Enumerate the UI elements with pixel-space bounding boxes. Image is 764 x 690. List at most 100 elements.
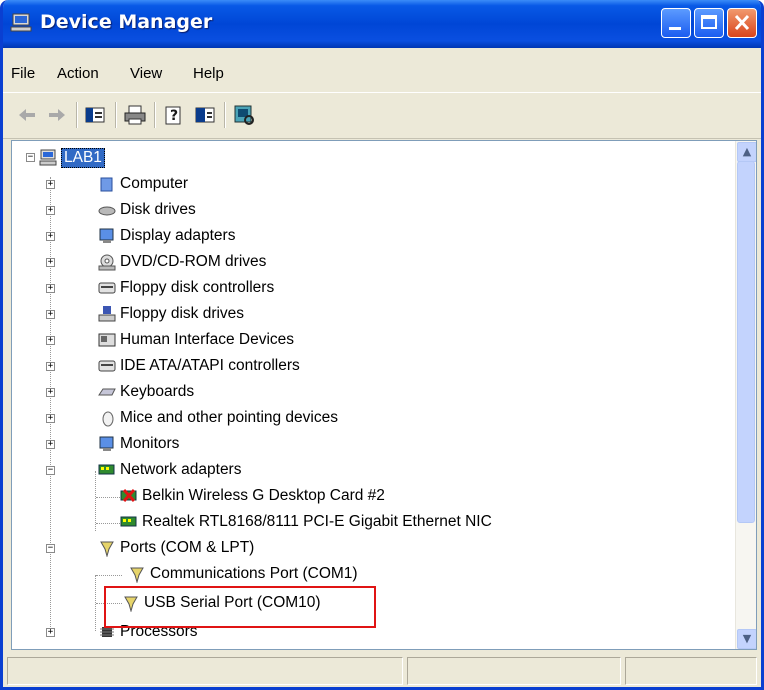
collapse-toggle[interactable]: − <box>46 466 55 475</box>
network-adapter-icon <box>120 516 137 527</box>
computer-icon <box>39 149 57 166</box>
tree-item-label: Monitors <box>120 435 180 452</box>
minimize-button[interactable] <box>661 8 691 38</box>
tree-child-belkin[interactable]: Belkin Wireless G Desktop Card #2 <box>120 484 385 508</box>
toolbar-separator <box>224 102 226 128</box>
network-adapter-icon <box>98 464 115 475</box>
tree-root-label: LAB1 <box>61 148 105 168</box>
tree-item-ports[interactable]: Ports (COM & LPT) <box>98 536 254 560</box>
computer-icon <box>10 13 32 32</box>
tree-item-label: Communications Port (COM1) <box>150 565 358 582</box>
toolbar: ? <box>3 93 761 139</box>
expand-toggle[interactable]: + <box>46 232 55 241</box>
device-manager-window: Device Manager File Action View Help ? −… <box>0 0 764 690</box>
controller-icon <box>98 360 116 372</box>
tree-item-display-adapters[interactable]: Display adapters <box>98 224 235 248</box>
expand-toggle[interactable]: + <box>46 628 55 637</box>
port-icon <box>130 567 144 583</box>
vertical-scrollbar[interactable]: ▲ ▼ <box>735 141 756 649</box>
tree-item-label: Belkin Wireless G Desktop Card #2 <box>142 487 385 504</box>
tree-item-mice[interactable]: Mice and other pointing devices <box>98 406 338 430</box>
display-adapter-icon <box>99 228 114 243</box>
menu-action[interactable]: Action <box>57 65 99 82</box>
tree-line <box>96 523 122 524</box>
minimize-icon <box>669 27 681 30</box>
hid-icon <box>98 333 116 347</box>
computer-icon <box>100 177 113 192</box>
tree-item-label: Human Interface Devices <box>120 331 295 348</box>
collapse-toggle[interactable]: − <box>46 544 55 553</box>
close-button[interactable] <box>727 8 757 38</box>
tree-item-label: Ports (COM & LPT) <box>120 539 255 556</box>
tree-line <box>50 177 51 633</box>
expand-toggle[interactable]: + <box>46 414 55 423</box>
expand-toggle[interactable]: + <box>46 284 55 293</box>
tree-item-hid[interactable]: Human Interface Devices <box>98 328 294 352</box>
monitor-icon <box>99 436 114 451</box>
tree-item-monitors[interactable]: Monitors <box>98 432 179 456</box>
tree-item-label: Disk drives <box>120 201 196 218</box>
status-bar <box>3 652 761 687</box>
status-pane <box>625 657 757 685</box>
tree-child-realtek[interactable]: Realtek RTL8168/8111 PCI-E Gigabit Ether… <box>120 510 492 534</box>
device-tree[interactable]: − LAB1 + Computer + Disk drives + Displa… <box>11 140 757 650</box>
floppy-icon <box>98 306 116 322</box>
scroll-down-button[interactable]: ▼ <box>737 629 756 649</box>
tree-item-label: Computer <box>120 175 189 192</box>
tree-item-label: Mice and other pointing devices <box>120 409 338 426</box>
tree-item-network-adapters[interactable]: Network adapters <box>98 458 241 482</box>
expand-toggle[interactable]: + <box>46 258 55 267</box>
svg-text:?: ? <box>170 108 178 124</box>
maximize-icon <box>701 15 717 29</box>
tree-child-com1[interactable]: Communications Port (COM1) <box>128 562 358 586</box>
tree-item-disk-drives[interactable]: Disk drives <box>98 198 196 222</box>
tree-item-label: Display adapters <box>120 227 236 244</box>
print-icon[interactable] <box>123 103 147 127</box>
highlight-box <box>104 586 376 628</box>
tree-item-computer[interactable]: Computer <box>98 172 188 196</box>
expand-toggle[interactable]: + <box>46 206 55 215</box>
tree-item-dvd-cdrom[interactable]: DVD/CD-ROM drives <box>98 250 266 274</box>
menu-view[interactable]: View <box>130 65 162 82</box>
back-icon[interactable] <box>15 103 39 127</box>
toolbar-separator <box>76 102 78 128</box>
status-pane <box>407 657 621 685</box>
scroll-up-button[interactable]: ▲ <box>737 142 756 162</box>
expand-toggle[interactable]: + <box>46 310 55 319</box>
toolbar-separator <box>115 102 117 128</box>
show-hide-tree-icon[interactable] <box>83 103 107 127</box>
tree-item-label: Realtek RTL8168/8111 PCI-E Gigabit Ether… <box>142 513 492 530</box>
scroll-thumb[interactable] <box>737 161 755 523</box>
help-icon[interactable]: ? <box>162 103 186 127</box>
properties-icon[interactable] <box>193 103 217 127</box>
tree-line <box>95 471 96 531</box>
expand-toggle[interactable]: + <box>46 362 55 371</box>
menu-help[interactable]: Help <box>193 65 224 82</box>
controller-icon <box>98 282 116 294</box>
expand-toggle[interactable]: + <box>46 180 55 189</box>
expand-toggle[interactable]: + <box>46 336 55 345</box>
menu-bar: File Action View Help <box>3 48 761 93</box>
scan-hardware-icon[interactable] <box>232 103 256 127</box>
window-title: Device Manager <box>40 11 213 33</box>
mouse-icon <box>102 411 114 427</box>
tree-line <box>96 575 122 576</box>
tree-root[interactable]: LAB1 <box>39 146 105 170</box>
tree-item-floppy-drives[interactable]: Floppy disk drives <box>98 302 244 326</box>
tree-item-label: IDE ATA/ATAPI controllers <box>120 357 300 374</box>
disk-drive-icon <box>98 206 116 216</box>
maximize-button[interactable] <box>694 8 724 38</box>
forward-icon[interactable] <box>45 103 69 127</box>
network-adapter-disabled-icon <box>120 488 137 503</box>
expand-toggle[interactable]: + <box>46 388 55 397</box>
tree-item-keyboards[interactable]: Keyboards <box>98 380 194 404</box>
tree-item-floppy-controllers[interactable]: Floppy disk controllers <box>98 276 274 300</box>
tree-item-label: Network adapters <box>120 461 242 478</box>
title-bar[interactable]: Device Manager <box>3 0 761 48</box>
expand-toggle[interactable]: + <box>46 440 55 449</box>
root-collapse-toggle[interactable]: − <box>26 153 35 162</box>
toolbar-separator <box>154 102 156 128</box>
tree-item-label: Floppy disk drives <box>120 305 245 322</box>
tree-item-ide[interactable]: IDE ATA/ATAPI controllers <box>98 354 300 378</box>
menu-file[interactable]: File <box>11 65 35 82</box>
